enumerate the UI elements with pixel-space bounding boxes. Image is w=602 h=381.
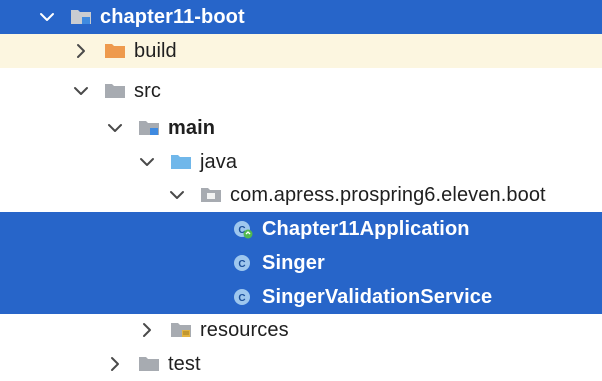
tree-row-chapter11application[interactable]: C Chapter11Application — [0, 212, 602, 246]
class-icon: C — [234, 289, 250, 305]
spring-boot-class-icon: C — [234, 221, 253, 239]
tree-row-main[interactable]: main — [0, 111, 602, 145]
folder-icon — [139, 357, 159, 371]
chevron-down-icon[interactable] — [38, 8, 56, 26]
tree-row-label: java — [200, 150, 238, 173]
svg-text:C: C — [238, 259, 245, 270]
tree-row-label: main — [168, 116, 216, 139]
tree-row-label: resources — [200, 318, 289, 341]
chevron-down-icon[interactable] — [168, 186, 186, 204]
chevron-right-icon[interactable] — [72, 42, 90, 60]
svg-text:C: C — [238, 293, 245, 304]
tree-row-build[interactable]: build — [0, 34, 602, 68]
tree-row-label: build — [134, 39, 177, 62]
class-icon: C — [234, 255, 250, 271]
tree-row-java[interactable]: java — [0, 145, 602, 179]
tree-row-test[interactable]: test — [0, 347, 602, 381]
tree-row-resources[interactable]: resources — [0, 313, 602, 347]
tree-row-src[interactable]: src — [0, 74, 602, 108]
chevron-right-icon[interactable] — [106, 355, 124, 373]
tree-row-label: src — [134, 79, 161, 102]
chevron-down-icon[interactable] — [106, 119, 124, 137]
source-folder-icon — [171, 155, 191, 169]
module-folder-icon — [71, 10, 91, 24]
tree-row-label: Chapter11Application — [262, 217, 470, 240]
chevron-right-icon[interactable] — [138, 321, 156, 339]
excluded-folder-icon — [105, 44, 125, 58]
project-tree: chapter11-boot build src main java com.a… — [0, 0, 602, 378]
tree-row-singer[interactable]: C Singer — [0, 246, 602, 280]
tree-row-label: Singer — [262, 251, 325, 274]
tree-row-chapter11-boot[interactable]: chapter11-boot — [0, 0, 602, 34]
tree-row-label: test — [168, 352, 201, 375]
folder-icon — [105, 84, 125, 98]
source-root-folder-icon — [139, 121, 159, 135]
tree-row-label: com.apress.prospring6.eleven.boot — [230, 183, 546, 206]
tree-row-singervalidationservice[interactable]: C SingerValidationService — [0, 280, 602, 314]
tree-row-label: chapter11-boot — [100, 5, 245, 28]
chevron-down-icon[interactable] — [138, 153, 156, 171]
package-icon — [201, 188, 221, 202]
chevron-down-icon[interactable] — [72, 82, 90, 100]
tree-row-package[interactable]: com.apress.prospring6.eleven.boot — [0, 178, 602, 212]
resources-folder-icon — [171, 323, 191, 337]
tree-row-label: SingerValidationService — [262, 285, 493, 308]
